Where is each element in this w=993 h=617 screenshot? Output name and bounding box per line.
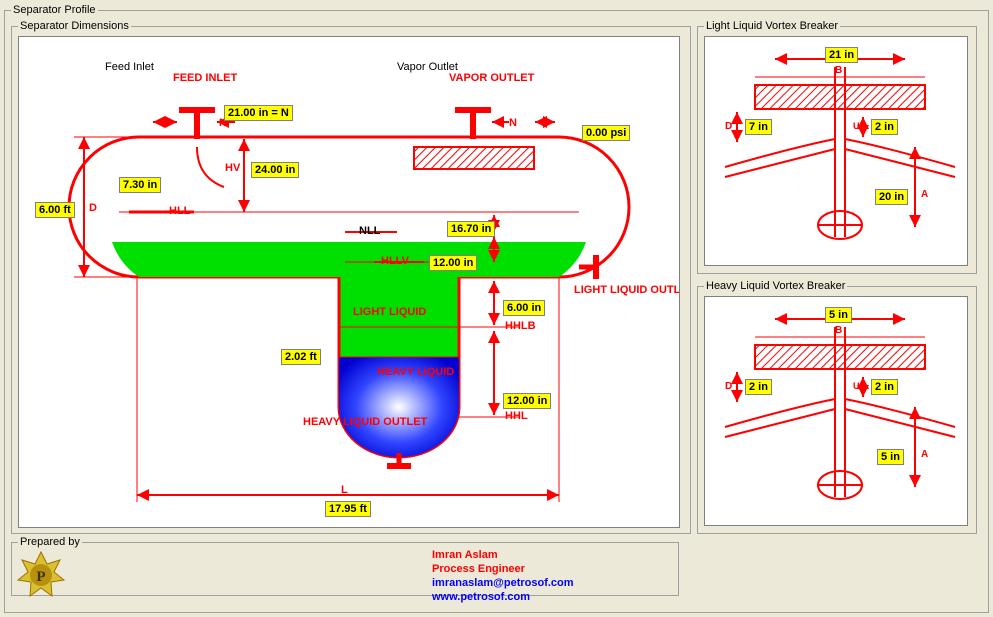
vb-light-top: 21 in [825,47,858,63]
vb-heavy-top: 5 in [825,307,852,323]
petrosof-logo-icon: P [16,550,66,600]
light-liquid-vortex-breaker-panel: Light Liquid Vortex Breaker [697,20,977,274]
svg-text:A: A [921,189,928,200]
vb-heavy-bottom: 5 in [877,449,904,465]
author-site-link[interactable]: www.petrosof.com [432,590,574,604]
val-feed-N: 21.00 in = N [224,105,293,121]
D-label: D [89,202,97,214]
svg-text:D: D [725,121,732,132]
val-boot: 2.02 ft [281,349,321,365]
HV-label: HV [225,162,240,174]
author-role: Process Engineer [432,562,574,576]
HLL-label: HLL [169,205,190,217]
L-label: L [341,484,348,496]
separator-profile-panel: Separator Profile Separator Dimensions [4,4,989,613]
heavy-liquid-vortex-breaker-panel: Heavy Liquid Vortex Breaker [697,280,977,534]
light-liquid-zone-label: LIGHT LIQUID [353,307,405,318]
prepared-by-text: Imran Aslam Process Engineer imranaslam@… [432,548,574,604]
heavy-vb-title: Heavy Liquid Vortex Breaker [704,280,847,292]
HHLB-label: HHLB [505,320,536,332]
HLLV-label: HLLV [381,255,409,267]
separator-dimensions-title: Separator Dimensions [18,20,131,32]
vb-heavy-right: 2 in [871,379,898,395]
light-vb-title: Light Liquid Vortex Breaker [704,20,840,32]
N-vapor: N [509,117,517,129]
vb-light-right: 2 in [871,119,898,135]
val-NLL: 16.70 in [447,221,495,237]
svg-text:B: B [835,65,842,76]
prepared-by-panel: Prepared by P Imran Aslam Process Engine… [11,536,679,596]
val-HHL: 12.00 in [503,393,551,409]
feed-inlet-label: FEED INLET [173,73,223,84]
heavy-vb-canvas: D B U A 5 in 2 in 2 in 5 in [704,296,968,526]
val-HV: 24.00 in [251,162,299,178]
svg-text:D: D [725,381,732,392]
val-L: 17.95 ft [325,501,371,517]
separator-dimensions-canvas: Feed Inlet Vapor Outlet FEED INLET VAPOR… [18,36,680,528]
light-vb-canvas: D B U A 21 in 7 in 2 in 20 in [704,36,968,266]
val-6in: 6.00 in [503,300,545,316]
light-liquid-outlet-label: LIGHT LIQUID OUTLET [574,285,630,296]
val-HLLV: 12.00 in [429,255,477,271]
N-left: N [162,117,170,129]
heavy-liquid-outlet-label: HEAVY LIQUID OUTLET [303,417,359,428]
svg-text:P: P [36,569,45,585]
vb-light-left: 7 in [745,119,772,135]
heavy-vb-svg: D B U A [705,297,967,525]
svg-text:A: A [921,449,928,460]
light-vb-svg: D B U A [705,37,967,265]
HHL-label: HHL [505,410,528,422]
val-psi: 0.00 psi [582,125,630,141]
vapor-outlet-label: VAPOR OUTLET [449,73,503,84]
val-7-30: 7.30 in [119,177,161,193]
val-D: 6.00 ft [35,202,75,218]
separator-dimensions-panel: Separator Dimensions [11,20,691,534]
separator-diagram-svg [19,37,679,527]
author-email-link[interactable]: imranaslam@petrosof.com [432,576,574,590]
prepared-by-title: Prepared by [18,536,82,548]
svg-text:B: B [835,325,842,336]
vb-heavy-left: 2 in [745,379,772,395]
svg-text:U: U [853,381,860,391]
separator-profile-title: Separator Profile [11,4,98,16]
feed-inlet-header: Feed Inlet [105,61,154,73]
author-name: Imran Aslam [432,548,574,562]
heavy-liquid-zone-label: HEAVY LIQUID [377,367,429,378]
NLL-label: NLL [359,225,380,237]
vb-light-bottom: 20 in [875,189,908,205]
svg-text:U: U [853,121,860,131]
